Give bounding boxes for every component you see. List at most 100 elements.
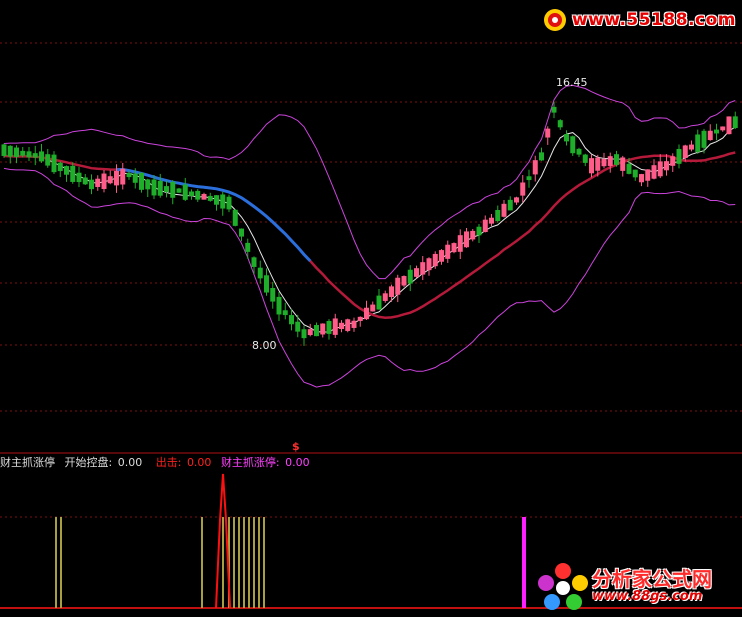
candle-body — [151, 179, 157, 196]
candle-body — [201, 194, 207, 200]
candle-body — [220, 194, 226, 209]
candle-body — [76, 172, 82, 183]
candle-body — [701, 130, 707, 148]
candle-body — [170, 181, 176, 198]
candle-body — [726, 116, 732, 135]
chart-canvas: 16.45 8.00 $ 财主抓涨停 开始控盘: 0.00 出击: 0.00 财… — [0, 42, 742, 609]
legend-signal-value: 0.00 — [285, 456, 310, 469]
candle-body — [370, 304, 376, 312]
candle-body — [432, 253, 438, 267]
candle-body — [507, 199, 513, 211]
candle-body — [664, 161, 669, 171]
candle-body — [189, 191, 194, 196]
candle-body — [520, 182, 526, 196]
candle-body — [407, 269, 413, 284]
candle-body — [695, 134, 701, 152]
legend-title: 财主抓涨停 — [0, 455, 55, 469]
flower-logo-icon — [538, 563, 588, 610]
candle-body — [601, 158, 607, 167]
candle-body — [126, 173, 132, 178]
dollar-marker: $ — [292, 440, 300, 453]
legend-signal-label: 财主抓涨停: — [221, 455, 280, 469]
candle-body — [114, 170, 119, 186]
candle-body — [301, 329, 307, 339]
indicator-bar — [55, 517, 57, 608]
candle-body — [245, 242, 251, 252]
candle-body — [314, 325, 319, 337]
annotations: 16.45 8.00 $ — [252, 76, 588, 453]
candle-body — [289, 315, 294, 325]
indicator-bar — [60, 517, 62, 608]
candle-body — [564, 134, 569, 142]
indicator-bar — [233, 517, 235, 608]
candle-body — [326, 320, 332, 334]
band-lines — [3, 84, 736, 388]
ma-mid-line — [3, 151, 736, 319]
candle-body — [182, 184, 188, 200]
candle-body — [501, 203, 507, 217]
indicator-bar — [238, 517, 240, 608]
candle-body — [101, 173, 107, 190]
candle-body — [632, 169, 638, 178]
watermark-top-url: www.55188.com — [571, 10, 736, 30]
candle-body — [426, 258, 432, 271]
candle-body — [264, 275, 269, 293]
candle-body — [595, 157, 601, 171]
candle-body — [320, 323, 326, 335]
candle-body — [582, 154, 588, 163]
candles — [1, 101, 738, 346]
candle-body — [439, 250, 444, 262]
candle-body — [32, 153, 38, 158]
candle-body — [332, 318, 338, 335]
candle-body — [514, 197, 519, 203]
candle-body — [89, 179, 94, 190]
candle-body — [232, 209, 238, 226]
candle-body — [457, 235, 463, 252]
candle-body — [570, 136, 576, 154]
candle-body — [14, 147, 19, 157]
indicator-bar — [201, 517, 203, 608]
candle-body — [539, 152, 544, 161]
candle-body — [64, 166, 69, 175]
candle-body — [476, 226, 482, 236]
candle-body — [589, 158, 594, 174]
site-logo-icon — [543, 9, 566, 31]
candle-body — [532, 160, 538, 175]
candle-body — [239, 228, 244, 237]
grid-lines — [0, 42, 742, 518]
candle-body — [164, 186, 169, 193]
candle-body — [489, 217, 494, 224]
candle-body — [132, 173, 138, 183]
watermark-bottom-name: 分析家公式网 — [592, 567, 712, 591]
candle-body — [226, 196, 232, 210]
candle-body — [464, 231, 469, 248]
candle-body — [676, 148, 682, 164]
legend-attack-label: 出击: — [156, 455, 182, 469]
candle-body — [576, 148, 582, 155]
candle-body — [470, 230, 476, 240]
candle-body — [420, 262, 426, 275]
candle-body — [714, 129, 719, 134]
candle-body — [26, 151, 32, 158]
candle-body — [657, 161, 663, 177]
candle-body — [207, 195, 213, 201]
candle-body — [376, 295, 382, 310]
candle-body — [176, 188, 182, 193]
candle-body — [251, 257, 257, 267]
candle-body — [364, 307, 369, 320]
legend-control-label: 开始控盘: — [65, 455, 113, 469]
candle-body — [382, 293, 388, 301]
candle-body — [339, 322, 344, 330]
candle-body — [707, 130, 713, 141]
watermark-bottom: 分析家公式网 www.88gs.com — [536, 561, 736, 613]
candle-body — [51, 154, 57, 173]
watermark-top: www.55188.com — [542, 6, 736, 34]
candle-body — [307, 329, 313, 336]
candle-body — [395, 277, 401, 295]
candle-body — [551, 106, 557, 113]
candle-body — [139, 172, 144, 190]
candle-body — [651, 165, 657, 179]
candle-body — [614, 154, 619, 165]
candle-body — [214, 195, 219, 205]
candle-body — [720, 126, 726, 131]
